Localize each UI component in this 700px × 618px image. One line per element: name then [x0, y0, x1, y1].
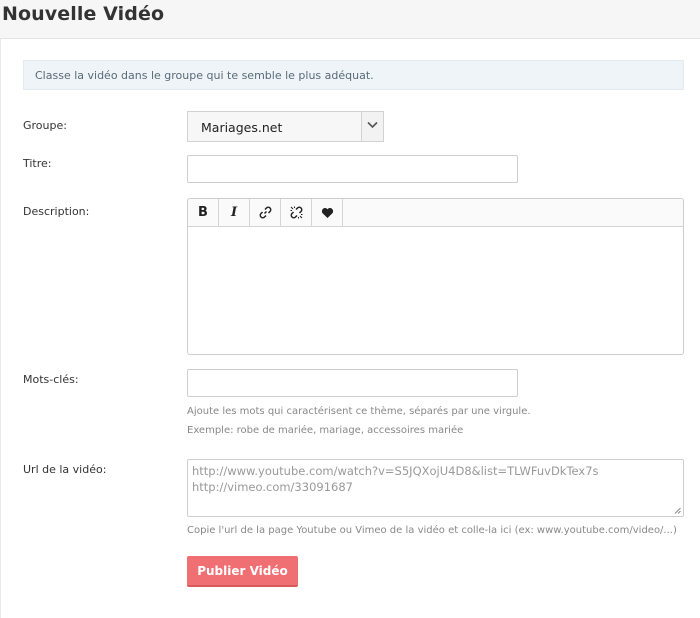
description-editor[interactable]: B I	[187, 198, 684, 355]
title-input[interactable]	[187, 155, 518, 183]
info-alert: Classe la vidéo dans le groupe qui te se…	[23, 60, 684, 90]
keywords-example: Exemple: robe de mariée, mariage, access…	[187, 425, 464, 436]
url-label: Url de la vidéo:	[23, 463, 107, 476]
title-label: Titre:	[23, 157, 52, 170]
publish-video-button[interactable]: Publier Vidéo	[187, 556, 298, 587]
bold-icon: B	[198, 205, 208, 220]
editor-toolbar: B I	[188, 199, 683, 227]
form-card: Classe la vidéo dans le groupe qui te se…	[0, 38, 700, 618]
italic-icon: I	[230, 205, 238, 220]
link-icon	[259, 206, 271, 219]
chevron-down-icon[interactable]	[361, 112, 383, 141]
description-label: Description:	[23, 205, 90, 218]
group-label: Groupe:	[23, 119, 67, 132]
unlink-button[interactable]	[281, 199, 312, 226]
url-placeholder-line1: http://www.youtube.com/watch?v=S5JQXojU4…	[192, 464, 599, 478]
group-select-value: Mariages.net	[201, 120, 283, 135]
url-textarea[interactable]: http://www.youtube.com/watch?v=S5JQXojU4…	[187, 459, 684, 517]
keywords-input[interactable]	[187, 369, 518, 397]
url-help: Copie l'url de la page Youtube ou Vimeo …	[187, 525, 677, 536]
url-placeholder-line2: http://vimeo.com/33091687	[192, 480, 353, 494]
group-select[interactable]: Mariages.net	[187, 111, 384, 142]
unlink-icon	[290, 206, 302, 219]
bold-button[interactable]: B	[188, 199, 219, 226]
heart-icon	[321, 207, 333, 218]
resize-grip-icon[interactable]	[674, 507, 681, 514]
link-button[interactable]	[250, 199, 281, 226]
heart-button[interactable]	[312, 199, 343, 226]
page-title: Nouvelle Vidéo	[2, 3, 165, 25]
keywords-help: Ajoute les mots qui caractérisent ce thè…	[187, 406, 531, 417]
keywords-label: Mots-clés:	[23, 373, 79, 386]
italic-button[interactable]: I	[219, 199, 250, 226]
